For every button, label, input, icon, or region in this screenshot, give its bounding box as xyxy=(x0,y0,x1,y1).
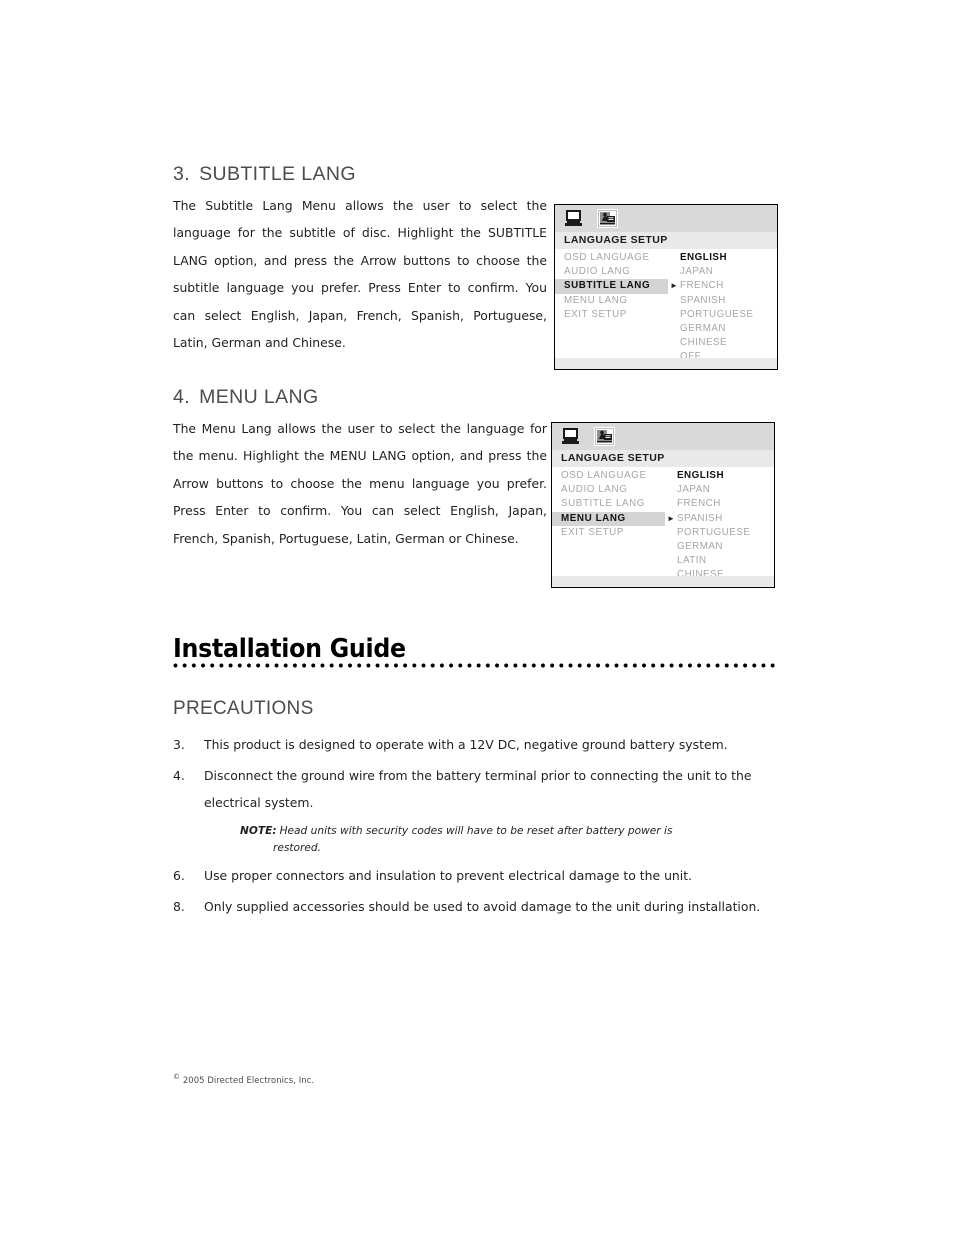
osd-menu-item[interactable]: OSD LANGUAGE xyxy=(564,251,668,265)
precautions-heading: PRECAUTIONS xyxy=(173,698,314,719)
osd-option[interactable]: PORTUGUESE xyxy=(677,526,774,540)
osd-option[interactable]: JAPAN xyxy=(677,483,774,497)
osd-toolbar xyxy=(552,423,774,450)
display-icon[interactable] xyxy=(564,209,585,228)
note-text-line1: Head units with security codes will have… xyxy=(279,825,673,837)
osd-body: OSD LANGUAGE AUDIO LANG SUBTITLE LANG ME… xyxy=(552,467,774,583)
osd-menu-list: OSD LANGUAGE AUDIO LANG SUBTITLE LANG ME… xyxy=(555,251,668,365)
section-heading-subtitle-lang: 3. SUBTITLE LANG xyxy=(173,163,356,186)
precaution-list-item: 3. This product is designed to operate w… xyxy=(173,731,793,758)
precaution-text: Disconnect the ground wire from the batt… xyxy=(204,768,752,810)
precaution-list-item: 8. Only supplied accessories should be u… xyxy=(173,893,793,920)
precaution-text: Only supplied accessories should be used… xyxy=(204,899,761,914)
display-icon[interactable] xyxy=(561,427,582,446)
dotted-divider xyxy=(173,663,779,668)
osd-cursor-slot xyxy=(668,294,680,308)
osd-cursor-arrow-icon: ► xyxy=(667,513,675,523)
precaution-number: 6. xyxy=(173,868,185,883)
osd-option[interactable]: PORTUGUESE xyxy=(680,308,777,322)
osd-status-bar xyxy=(552,576,774,587)
osd-menu-item[interactable]: AUDIO LANG xyxy=(561,483,665,497)
osd-menu-item[interactable]: MENU LANG xyxy=(564,294,668,308)
section-heading-menu-lang: 4. MENU LANG xyxy=(173,386,319,409)
osd-option[interactable]: ENGLISH xyxy=(680,251,777,265)
osd-option[interactable]: GERMAN xyxy=(677,540,774,554)
section-number: 4. xyxy=(173,386,191,408)
osd-screenshot-subtitle-lang: LANGUAGE SETUP OSD LANGUAGE AUDIO LANG S… xyxy=(554,204,778,370)
osd-option[interactable]: LATIN xyxy=(677,554,774,568)
note-label: NOTE: xyxy=(240,825,277,837)
osd-title: LANGUAGE SETUP xyxy=(552,450,774,467)
precaution-number: 8. xyxy=(173,899,185,914)
osd-option[interactable]: GERMAN xyxy=(680,322,777,336)
language-icon[interactable] xyxy=(594,427,615,446)
osd-menu-item[interactable]: AUDIO LANG xyxy=(564,265,668,279)
section-title: MENU LANG xyxy=(199,386,319,408)
note-block: NOTE: Head units with security codes will… xyxy=(240,823,760,856)
osd-body: OSD LANGUAGE AUDIO LANG SUBTITLE LANG ME… xyxy=(555,249,777,365)
osd-option[interactable]: JAPAN xyxy=(680,265,777,279)
precaution-list-item: 6. Use proper connectors and insulation … xyxy=(173,862,793,889)
note-text-line2: restored. xyxy=(273,841,321,854)
osd-cursor-slot xyxy=(665,469,677,483)
osd-cursor-slot xyxy=(665,526,677,540)
section-body-menu-lang: The Menu Lang allows the user to select … xyxy=(173,421,547,546)
footer-text: 2005 Directed Electronics, Inc. xyxy=(182,1074,315,1085)
osd-option[interactable]: CHINESE xyxy=(680,336,777,350)
osd-cursor-arrow-icon: ► xyxy=(670,281,678,291)
osd-cursor-slot xyxy=(668,308,680,322)
precaution-text: This product is designed to operate with… xyxy=(204,737,728,752)
osd-option[interactable]: ENGLISH xyxy=(677,469,774,483)
osd-option-list: ENGLISH JAPAN FRENCH SPANISH PORTUGUESE … xyxy=(680,251,777,365)
osd-screenshot-menu-lang: LANGUAGE SETUP OSD LANGUAGE AUDIO LANG S… xyxy=(551,422,775,588)
osd-menu-item[interactable]: EXIT SETUP xyxy=(564,308,668,322)
precaution-list-item: 4. Disconnect the ground wire from the b… xyxy=(173,762,781,816)
osd-status-bar xyxy=(555,358,777,369)
osd-cursor-slot xyxy=(668,251,680,265)
osd-cursor-slot xyxy=(665,483,677,497)
footer-copyright: © 2005 Directed Electronics, Inc. xyxy=(173,1073,314,1085)
osd-menu-list: OSD LANGUAGE AUDIO LANG SUBTITLE LANG ME… xyxy=(552,469,665,583)
osd-menu-item-selected[interactable]: SUBTITLE LANG xyxy=(555,279,668,294)
precaution-text: Use proper connectors and insulation to … xyxy=(204,868,693,883)
precaution-number: 4. xyxy=(173,768,185,783)
section-number: 3. xyxy=(173,163,191,185)
osd-option[interactable]: FRENCH xyxy=(680,279,777,293)
osd-cursor-slot xyxy=(665,497,677,511)
osd-cursor-column: ► xyxy=(668,251,680,365)
copyright-symbol: © xyxy=(173,1073,181,1081)
osd-option[interactable]: FRENCH xyxy=(677,497,774,511)
osd-cursor-slot xyxy=(668,265,680,279)
osd-menu-item-selected[interactable]: MENU LANG xyxy=(552,511,665,526)
osd-option[interactable]: SPANISH xyxy=(677,512,774,526)
osd-menu-item[interactable]: EXIT SETUP xyxy=(561,526,665,540)
osd-toolbar xyxy=(555,205,777,232)
guide-title: Installation Guide xyxy=(173,634,406,664)
osd-option[interactable]: SPANISH xyxy=(680,294,777,308)
language-icon[interactable] xyxy=(597,209,618,228)
section-body-subtitle-lang: The Subtitle Lang Menu allows the user t… xyxy=(173,198,547,351)
osd-menu-item[interactable]: OSD LANGUAGE xyxy=(561,469,665,483)
document-page: 3. SUBTITLE LANG The Subtitle Lang Menu a… xyxy=(0,0,954,1235)
precaution-number: 3. xyxy=(173,737,185,752)
osd-cursor-column: ► xyxy=(665,469,677,583)
osd-menu-item[interactable]: SUBTITLE LANG xyxy=(561,497,665,511)
osd-option-list: ENGLISH JAPAN FRENCH SPANISH PORTUGUESE … xyxy=(677,469,774,583)
section-title: SUBTITLE LANG xyxy=(199,163,356,185)
osd-title: LANGUAGE SETUP xyxy=(555,232,777,249)
